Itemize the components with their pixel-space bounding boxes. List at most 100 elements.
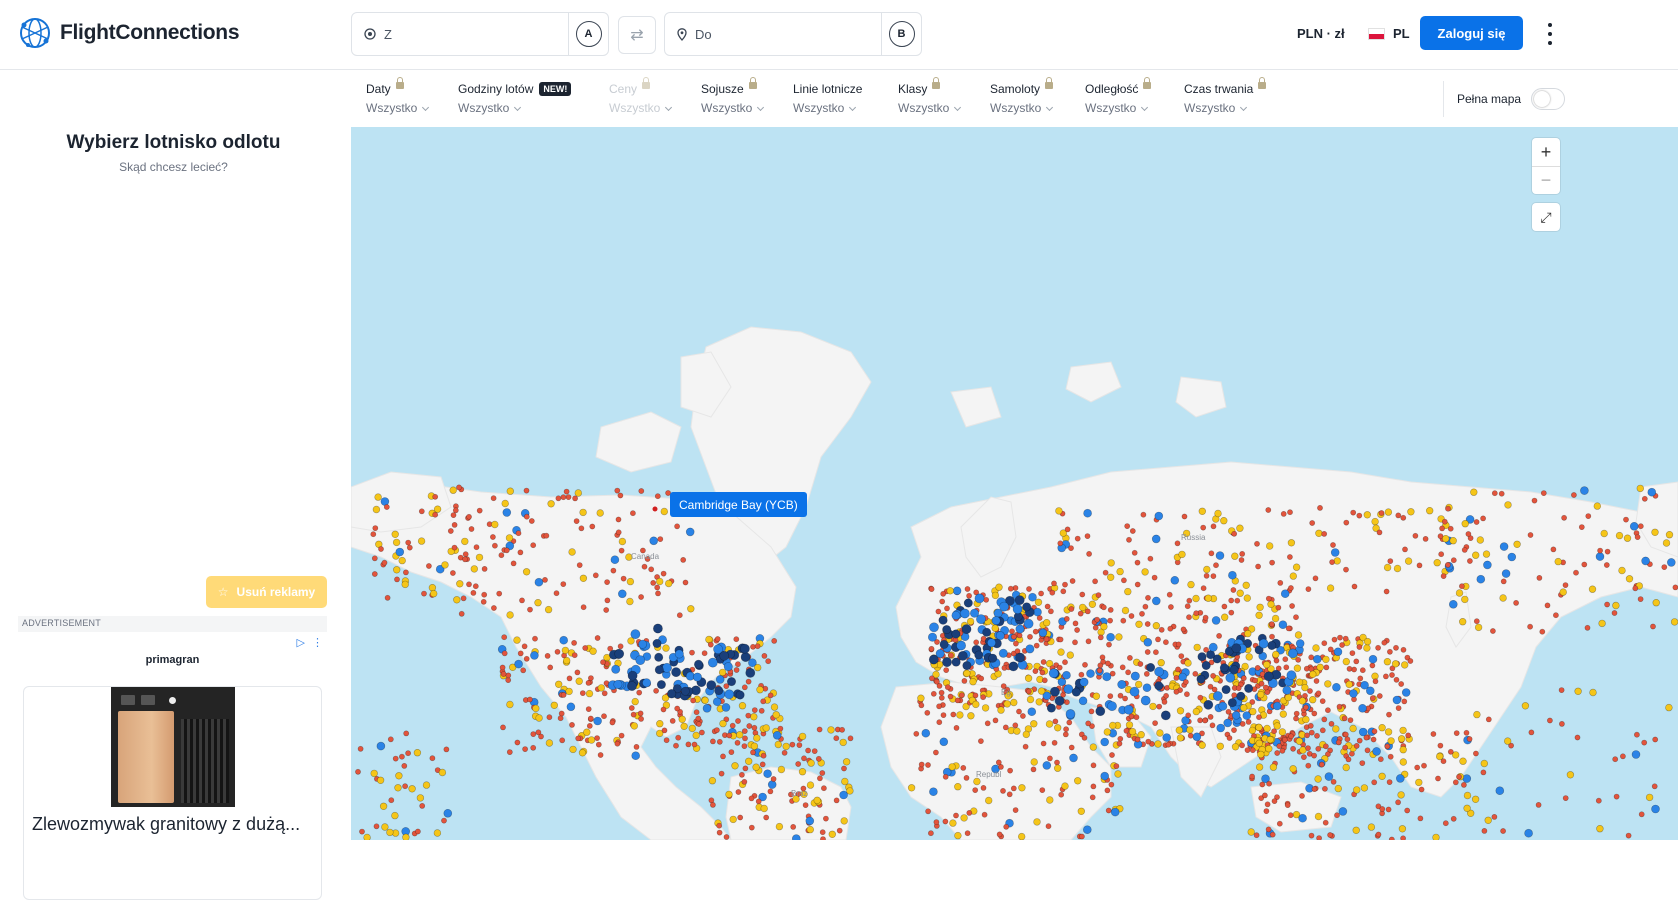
airport-dot [1287, 539, 1296, 547]
filter-distance[interactable]: Odległość Wszystko [1085, 76, 1152, 115]
from-input[interactable]: Z [384, 27, 392, 42]
airport-dot [1244, 683, 1254, 693]
airport-dot [1142, 603, 1149, 610]
airport-dot [980, 785, 987, 791]
airport-dot [1166, 591, 1173, 598]
filter-alliances[interactable]: Sojusze Wszystko [701, 76, 765, 115]
fullscreen-button[interactable]: ⤢ [1532, 203, 1560, 231]
airport-dot [473, 544, 480, 551]
airport-dot [1193, 610, 1200, 617]
from-search[interactable]: Z A [351, 12, 609, 56]
airport-dot [1057, 540, 1064, 547]
airport-dot [1345, 680, 1353, 689]
ad-card[interactable]: Zlewozmywak granitowy z dużą... [23, 686, 322, 900]
world-map[interactable]: Canada Russia Eg Republ Braz Cambridge B… [351, 127, 1678, 840]
filter-duration[interactable]: Czas trwania Wszystko [1184, 76, 1267, 115]
login-button[interactable]: Zaloguj się [1420, 16, 1523, 50]
airport-dot [1620, 753, 1626, 760]
airport-dot [560, 692, 567, 698]
airport-dot [1288, 733, 1294, 740]
airport-dot [569, 745, 577, 754]
airport-dot [561, 646, 570, 655]
ad-box[interactable]: ▷ ⋮ primagran Zlewozmywak granitowy z du… [18, 632, 327, 900]
map-canvas[interactable] [351, 127, 1678, 840]
airport-dot [1151, 534, 1161, 544]
full-map-label: Pełna mapa [1457, 92, 1522, 106]
airport-dot [1037, 687, 1046, 695]
airport-dot [1459, 757, 1467, 765]
airport-dot [1192, 732, 1202, 742]
airport-dot [1184, 691, 1190, 698]
toggle-switch[interactable] [1531, 88, 1566, 110]
airport-dot [1077, 610, 1084, 617]
remove-ads-button[interactable]: ☆ Usuń reklamy [206, 576, 327, 608]
airport-dot [615, 529, 622, 536]
airport-dot [719, 650, 730, 661]
ad-title[interactable]: Zlewozmywak granitowy z dużą... [32, 814, 321, 835]
airport-dot [1022, 743, 1029, 750]
airport-dot [1163, 639, 1169, 646]
ad-choices[interactable]: ▷ ⋮ [297, 636, 323, 649]
airport-dot [631, 697, 639, 706]
airport-dot [1114, 770, 1122, 778]
airport-dot [530, 542, 537, 549]
airport-dot [563, 488, 570, 495]
ad-more-icon[interactable]: ⋮ [312, 636, 323, 649]
airport-dot [963, 669, 971, 677]
airport-dot [777, 765, 786, 774]
airport-dot [1449, 537, 1457, 545]
airport-dot [1531, 497, 1538, 504]
airport-dot [1106, 573, 1115, 581]
ad-choices-icon[interactable]: ▷ [297, 636, 305, 649]
airport-dot [1375, 644, 1381, 651]
airport-dot [1304, 732, 1310, 739]
airport-dot [781, 749, 788, 756]
logo[interactable]: FlightConnections [18, 16, 240, 50]
airport-dot [443, 808, 453, 818]
airport-dot [1293, 664, 1302, 672]
more-menu-icon[interactable] [1543, 20, 1557, 48]
filter-aircraft[interactable]: Samoloty Wszystko [990, 76, 1054, 115]
airport-dot [1128, 727, 1137, 736]
airport-dot [491, 520, 499, 529]
airport-dot [502, 508, 512, 517]
to-input[interactable]: Do [695, 27, 712, 42]
filter-flight-hours[interactable]: Godziny lotów NEW! Wszystko [458, 82, 572, 115]
filter-airlines[interactable]: Linie lotnicze Wszystko [793, 82, 862, 115]
airport-dot [1325, 707, 1331, 714]
swap-button[interactable]: ⇄ [618, 16, 656, 54]
airport-dot [1295, 656, 1302, 663]
airport-dot [723, 834, 730, 840]
airport-dot [1293, 715, 1299, 722]
to-search[interactable]: Do B [664, 12, 922, 56]
full-map-toggle[interactable]: Pełna mapa [1443, 81, 1566, 117]
airport-dot [1485, 716, 1492, 723]
airport-dot [1192, 594, 1200, 603]
zoom-out-button[interactable]: − [1532, 166, 1560, 194]
airport-dot [1210, 523, 1217, 530]
airport-dot [1334, 784, 1342, 793]
airport-tooltip[interactable]: Cambridge Bay (YCB) [670, 492, 807, 517]
airport-dot [610, 567, 617, 574]
airport-dot [1351, 583, 1358, 590]
airport-dot [1193, 643, 1201, 652]
airport-dot [1026, 695, 1035, 704]
airport-dot [913, 730, 920, 737]
airport-dot [763, 814, 770, 821]
zoom-in-button[interactable]: + [1532, 138, 1560, 166]
airport-dot [1040, 659, 1047, 665]
language-selector[interactable]: PL [1368, 26, 1410, 41]
airport-dot [918, 761, 925, 768]
airport-dot [1662, 539, 1671, 547]
airport-dot [523, 655, 530, 662]
airport-dot [383, 504, 390, 510]
airport-dot [532, 704, 540, 713]
filter-dates[interactable]: Daty Wszystko [366, 76, 430, 115]
airport-dot [1092, 624, 1099, 631]
airport-dot [585, 706, 592, 712]
filter-classes[interactable]: Klasy Wszystko [898, 76, 962, 115]
currency-selector[interactable]: PLN · zł [1297, 26, 1345, 41]
airport-dot [614, 487, 621, 494]
airport-dot [1143, 637, 1153, 647]
airport-dot [1500, 578, 1507, 585]
